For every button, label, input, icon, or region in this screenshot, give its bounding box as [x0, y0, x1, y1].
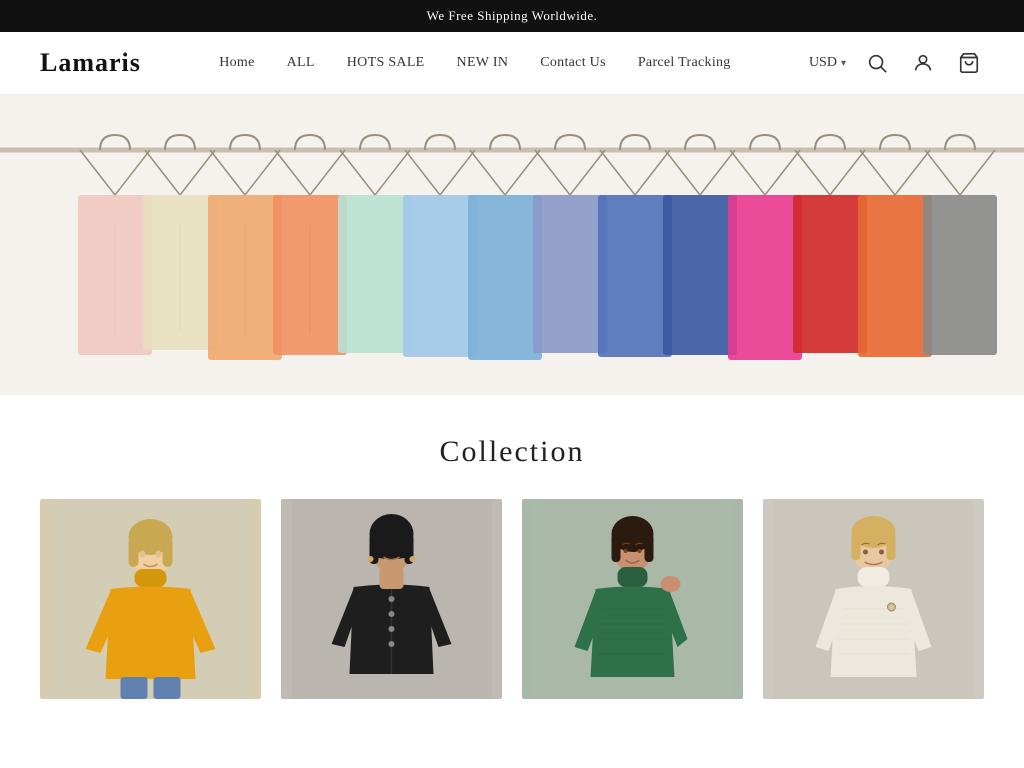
search-button[interactable]: [862, 48, 892, 78]
product-card-4[interactable]: [763, 499, 984, 699]
nav-hots-sale[interactable]: HOTS SALE: [347, 55, 425, 71]
product-image-2: [281, 499, 502, 699]
account-button[interactable]: [908, 48, 938, 78]
logo[interactable]: Lamaris: [40, 48, 141, 78]
product-card-2[interactable]: [281, 499, 502, 699]
header-right: USD ▾: [809, 48, 984, 78]
collection-section: Collection: [0, 395, 1024, 719]
header: Lamaris Home ALL HOTS SALE NEW IN Contac…: [0, 32, 1024, 95]
hero-image: [0, 95, 1024, 395]
product-grid: [40, 499, 984, 699]
nav-new-in[interactable]: NEW IN: [457, 55, 509, 71]
announcement-text: We Free Shipping Worldwide.: [427, 8, 598, 23]
hero-banner: [0, 95, 1024, 395]
product-image-4: [763, 499, 984, 699]
nav-parcel-tracking[interactable]: Parcel Tracking: [638, 55, 731, 71]
product-image-1: [40, 499, 261, 699]
product-image-3: [522, 499, 743, 699]
collection-title: Collection: [40, 435, 984, 469]
product-card-3[interactable]: [522, 499, 743, 699]
main-nav: Home ALL HOTS SALE NEW IN Contact Us Par…: [219, 55, 730, 71]
currency-selector[interactable]: USD ▾: [809, 55, 846, 71]
currency-label: USD: [809, 55, 837, 71]
nav-contact-us[interactable]: Contact Us: [540, 55, 606, 71]
announcement-bar: We Free Shipping Worldwide.: [0, 0, 1024, 32]
product-card-1[interactable]: [40, 499, 261, 699]
search-icon: [866, 52, 888, 74]
nav-all[interactable]: ALL: [287, 55, 315, 71]
cart-icon: [958, 52, 980, 74]
chevron-down-icon: ▾: [841, 58, 846, 69]
nav-home[interactable]: Home: [219, 55, 254, 71]
cart-button[interactable]: [954, 48, 984, 78]
account-icon: [912, 52, 934, 74]
